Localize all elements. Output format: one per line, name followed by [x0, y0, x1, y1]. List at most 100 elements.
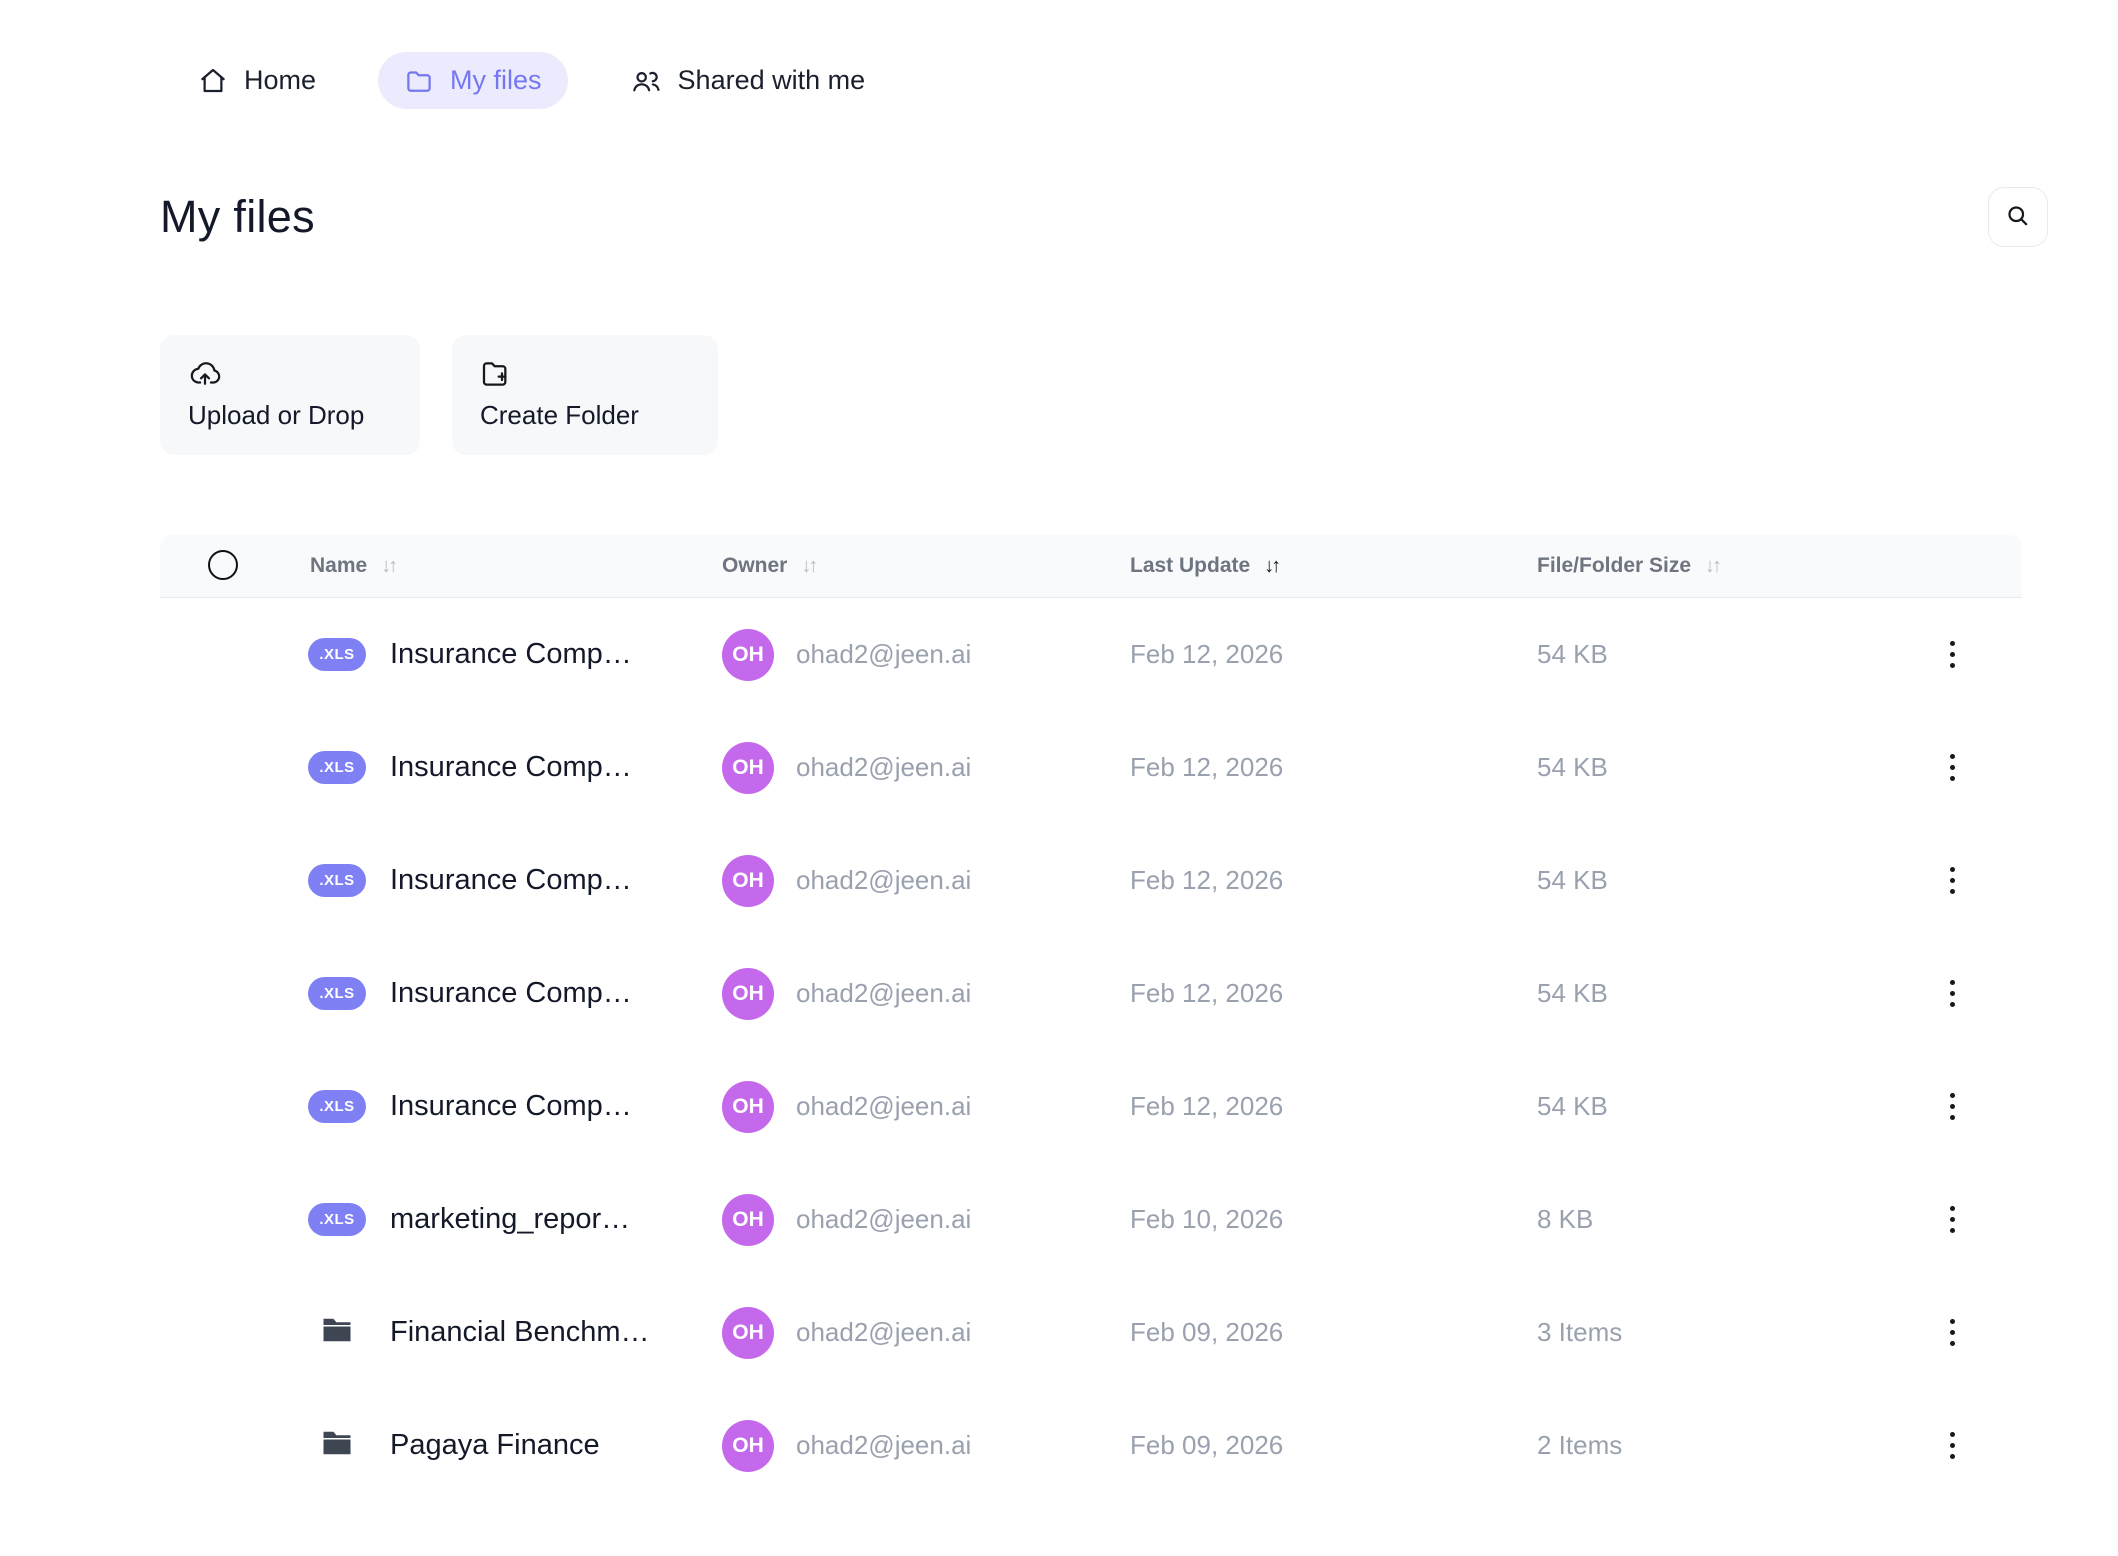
home-icon [198, 66, 228, 96]
owner-email: ohad2@jeen.ai [796, 978, 971, 1009]
column-header-file-folder-size[interactable]: File/Folder Size ↓↑ [1537, 554, 1882, 578]
file-size: 54 KB [1537, 865, 1882, 896]
file-type-badge: .XLS [308, 1090, 365, 1123]
sort-icon[interactable]: ↓↑ [801, 555, 815, 578]
table-row[interactable]: .XLS Insurance Comp… OH ohad2@jeen.ai Fe… [160, 711, 2022, 824]
select-all-cell [160, 550, 310, 582]
file-size: 54 KB [1537, 978, 1882, 1009]
owner-cell: OH ohad2@jeen.ai [722, 968, 1130, 1020]
select-all-checkbox[interactable] [208, 550, 238, 580]
owner-email: ohad2@jeen.ai [796, 639, 971, 670]
file-icon-slot: .XLS [310, 751, 364, 784]
last-update: Feb 12, 2026 [1130, 1091, 1537, 1122]
table-row[interactable]: Financial Benchm… OH ohad2@jeen.ai Feb 0… [160, 1276, 2022, 1389]
kebab-menu-icon[interactable] [1940, 631, 1965, 678]
kebab-menu-icon[interactable] [1940, 970, 1965, 1017]
file-name: Insurance Comp… [390, 638, 632, 671]
title-row: My files [160, 187, 2048, 247]
avatar: OH [722, 742, 774, 794]
file-name: Financial Benchm… [390, 1316, 650, 1349]
sort-icon[interactable]: ↓↑ [1705, 555, 1719, 578]
file-type-badge: .XLS [308, 1203, 365, 1236]
file-icon-slot: .XLS [310, 1203, 364, 1236]
table-row[interactable]: .XLS Insurance Comp… OH ohad2@jeen.ai Fe… [160, 598, 2022, 711]
file-icon-slot: .XLS [310, 864, 364, 897]
folder-solid-icon [319, 1312, 355, 1353]
kebab-cell [1882, 857, 2022, 904]
table-row[interactable]: .XLS Insurance Comp… OH ohad2@jeen.ai Fe… [160, 824, 2022, 937]
owner-email: ohad2@jeen.ai [796, 1204, 971, 1235]
nav-item-home[interactable]: Home [172, 52, 342, 109]
file-type-badge: .XLS [308, 751, 365, 784]
file-name: Insurance Comp… [390, 751, 632, 784]
upload-or-drop-button[interactable]: Upload or Drop [160, 335, 420, 455]
action-cards: Upload or Drop Create Folder [160, 335, 2118, 455]
file-name: Insurance Comp… [390, 864, 632, 897]
file-name: Insurance Comp… [390, 1090, 632, 1123]
file-size: 3 Items [1537, 1317, 1882, 1348]
name-cell: Pagaya Finance [310, 1425, 722, 1466]
name-cell: .XLS Insurance Comp… [310, 864, 722, 897]
kebab-cell [1882, 1309, 2022, 1356]
sort-icon[interactable]: ↓↑ [381, 555, 395, 578]
kebab-cell [1882, 970, 2022, 1017]
file-size: 8 KB [1537, 1204, 1882, 1235]
file-size: 54 KB [1537, 1091, 1882, 1122]
kebab-menu-icon[interactable] [1940, 1196, 1965, 1243]
owner-email: ohad2@jeen.ai [796, 1317, 971, 1348]
kebab-cell [1882, 1196, 2022, 1243]
name-cell: .XLS marketing_repor… [310, 1203, 722, 1236]
name-cell: .XLS Insurance Comp… [310, 977, 722, 1010]
kebab-menu-icon[interactable] [1940, 744, 1965, 791]
table-row[interactable]: .XLS Insurance Comp… OH ohad2@jeen.ai Fe… [160, 1050, 2022, 1163]
last-update: Feb 12, 2026 [1130, 978, 1537, 1009]
owner-email: ohad2@jeen.ai [796, 1430, 971, 1461]
owner-email: ohad2@jeen.ai [796, 865, 971, 896]
search-button[interactable] [1988, 187, 2048, 247]
column-header-last-update[interactable]: Last Update ↓↑ [1130, 554, 1537, 578]
name-cell: Financial Benchm… [310, 1312, 722, 1353]
file-name: marketing_repor… [390, 1203, 630, 1236]
kebab-menu-icon[interactable] [1940, 1083, 1965, 1130]
owner-cell: OH ohad2@jeen.ai [722, 855, 1130, 907]
search-icon [2004, 202, 2032, 233]
nav-item-shared-with-me[interactable]: Shared with me [604, 52, 892, 109]
create-folder-button[interactable]: Create Folder [452, 335, 718, 455]
name-cell: .XLS Insurance Comp… [310, 638, 722, 671]
file-size: 54 KB [1537, 639, 1882, 670]
owner-cell: OH ohad2@jeen.ai [722, 1307, 1130, 1359]
kebab-cell [1882, 1083, 2022, 1130]
file-size: 54 KB [1537, 752, 1882, 783]
owner-cell: OH ohad2@jeen.ai [722, 1194, 1130, 1246]
kebab-cell [1882, 744, 2022, 791]
avatar: OH [722, 1420, 774, 1472]
folder-plus-icon [480, 359, 690, 392]
column-label: Last Update [1130, 554, 1250, 578]
nav-item-label: Home [244, 65, 316, 96]
avatar: OH [722, 629, 774, 681]
file-name: Insurance Comp… [390, 977, 632, 1010]
avatar: OH [722, 1081, 774, 1133]
kebab-menu-icon[interactable] [1940, 1422, 1965, 1469]
column-header-owner[interactable]: Owner ↓↑ [722, 554, 1130, 578]
column-label: Name [310, 554, 367, 578]
kebab-cell [1882, 1422, 2022, 1469]
avatar: OH [722, 1194, 774, 1246]
kebab-menu-icon[interactable] [1940, 1309, 1965, 1356]
owner-email: ohad2@jeen.ai [796, 752, 971, 783]
name-cell: .XLS Insurance Comp… [310, 751, 722, 784]
table-row[interactable]: Pagaya Finance OH ohad2@jeen.ai Feb 09, … [160, 1389, 2022, 1502]
file-name: Pagaya Finance [390, 1429, 600, 1462]
kebab-menu-icon[interactable] [1940, 857, 1965, 904]
column-label: Owner [722, 554, 787, 578]
last-update: Feb 12, 2026 [1130, 639, 1537, 670]
file-type-badge: .XLS [308, 864, 365, 897]
file-size: 2 Items [1537, 1430, 1882, 1461]
table-row[interactable]: .XLS Insurance Comp… OH ohad2@jeen.ai Fe… [160, 937, 2022, 1050]
column-header-name[interactable]: Name ↓↑ [310, 554, 722, 578]
sort-icon-active[interactable]: ↓↑ [1264, 555, 1278, 578]
nav-item-my-files[interactable]: My files [378, 52, 568, 109]
file-icon-slot: .XLS [310, 1090, 364, 1123]
file-icon-slot [310, 1312, 364, 1353]
table-row[interactable]: .XLS marketing_repor… OH ohad2@jeen.ai F… [160, 1163, 2022, 1276]
